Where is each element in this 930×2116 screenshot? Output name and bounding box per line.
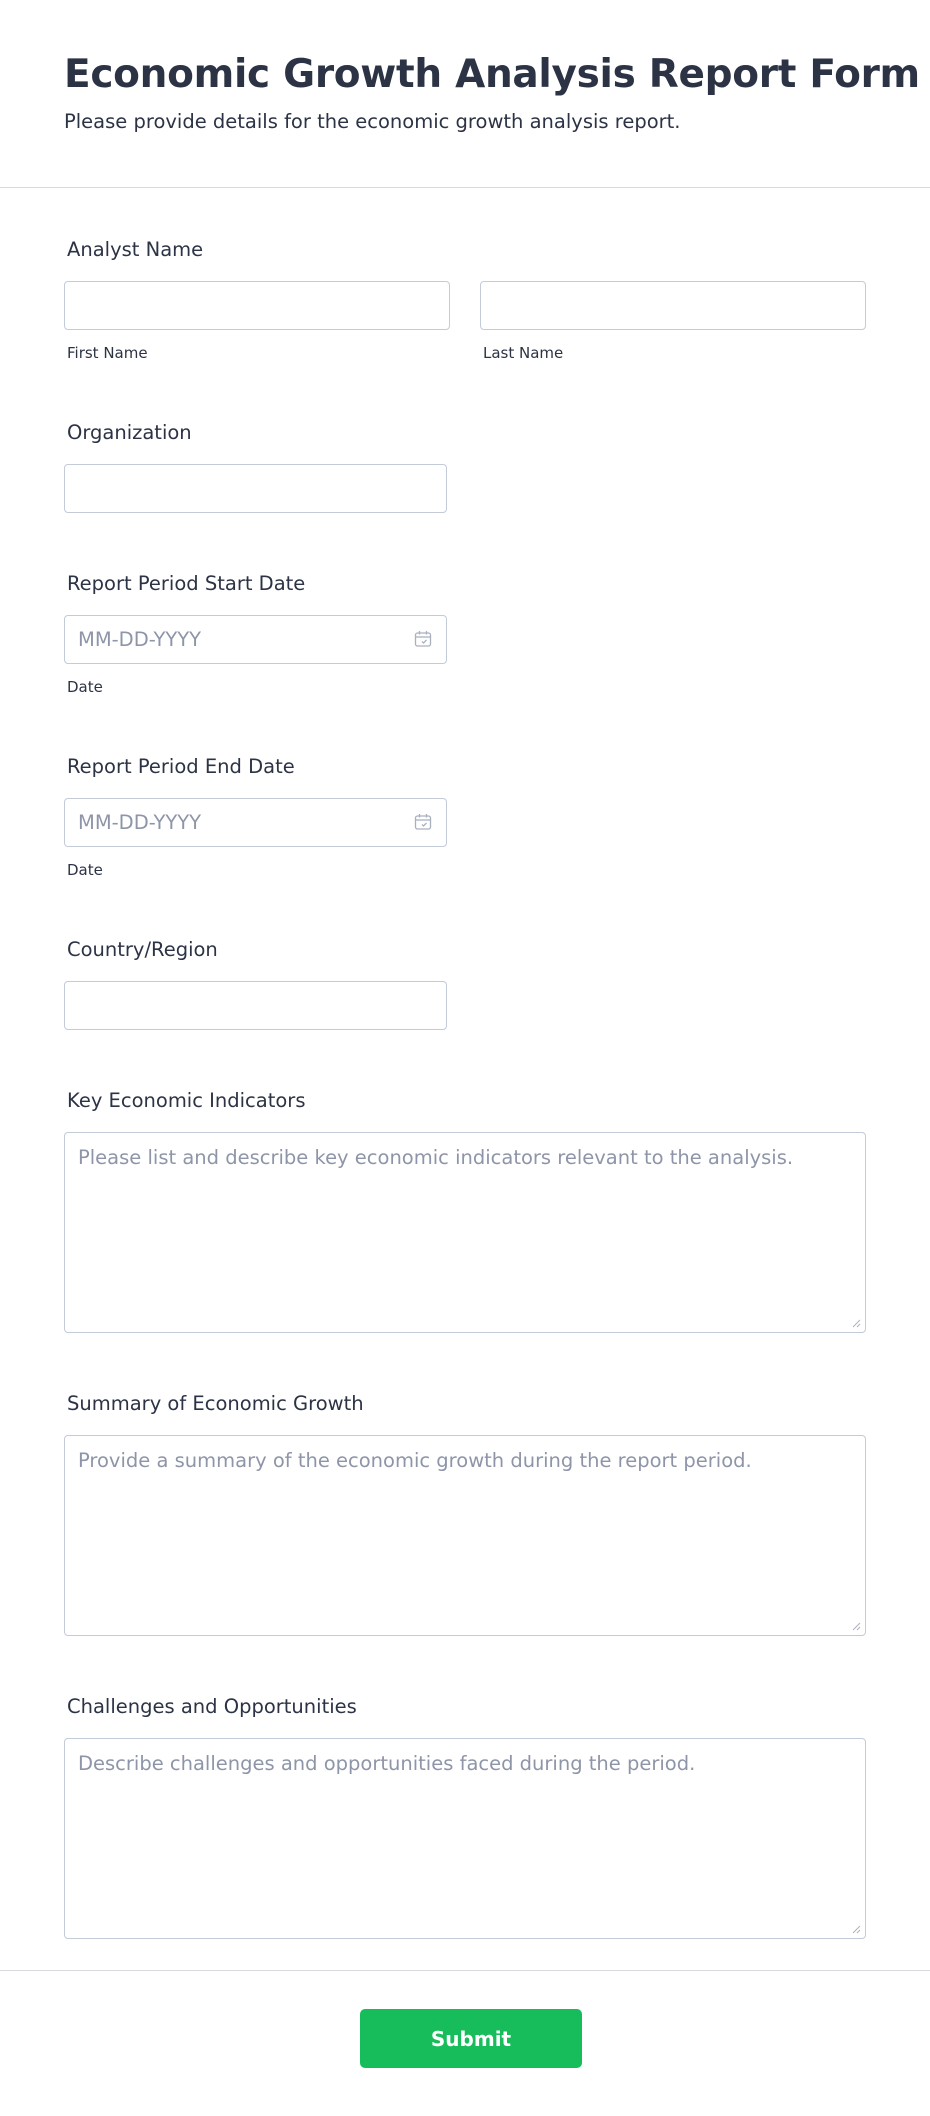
organization-label: Organization xyxy=(67,421,192,444)
resize-handle-icon[interactable] xyxy=(851,1318,861,1328)
calendar-icon[interactable] xyxy=(413,629,433,649)
country-region-label: Country/Region xyxy=(67,938,218,961)
last-name-input[interactable] xyxy=(480,281,866,330)
indicators-placeholder: Please list and describe key economic in… xyxy=(78,1146,794,1169)
summary-placeholder: Provide a summary of the economic growth… xyxy=(78,1449,752,1472)
end-date-sublabel: Date xyxy=(67,861,103,879)
summary-label: Summary of Economic Growth xyxy=(67,1392,364,1415)
resize-handle-icon[interactable] xyxy=(851,1621,861,1631)
end-date-placeholder: MM-DD-YYYY xyxy=(78,811,202,834)
start-date-label: Report Period Start Date xyxy=(67,572,306,595)
challenges-placeholder: Describe challenges and opportunities fa… xyxy=(78,1752,696,1775)
challenges-textarea[interactable]: Describe challenges and opportunities fa… xyxy=(64,1738,866,1939)
summary-textarea[interactable]: Provide a summary of the economic growth… xyxy=(64,1435,866,1636)
resize-handle-icon[interactable] xyxy=(851,1924,861,1934)
last-name-sublabel: Last Name xyxy=(483,344,564,362)
first-name-input[interactable] xyxy=(64,281,450,330)
start-date-input[interactable]: MM-DD-YYYY xyxy=(64,615,447,664)
form-subtitle: Please provide details for the economic … xyxy=(64,110,681,133)
organization-input[interactable] xyxy=(64,464,447,513)
calendar-icon[interactable] xyxy=(413,812,433,832)
indicators-label: Key Economic Indicators xyxy=(67,1089,306,1112)
indicators-textarea[interactable]: Please list and describe key economic in… xyxy=(64,1132,866,1333)
form-footer: Submit xyxy=(0,1970,930,2116)
end-date-input[interactable]: MM-DD-YYYY xyxy=(64,798,447,847)
challenges-label: Challenges and Opportunities xyxy=(67,1695,357,1718)
form-title: Economic Growth Analysis Report Form xyxy=(64,52,920,97)
analyst-name-label: Analyst Name xyxy=(67,238,204,261)
start-date-placeholder: MM-DD-YYYY xyxy=(78,628,202,651)
country-region-input[interactable] xyxy=(64,981,447,1030)
end-date-label: Report Period End Date xyxy=(67,755,295,778)
form-header: Economic Growth Analysis Report Form Ple… xyxy=(0,0,930,188)
first-name-sublabel: First Name xyxy=(67,344,148,362)
submit-button[interactable]: Submit xyxy=(360,2009,582,2068)
start-date-sublabel: Date xyxy=(67,678,103,696)
